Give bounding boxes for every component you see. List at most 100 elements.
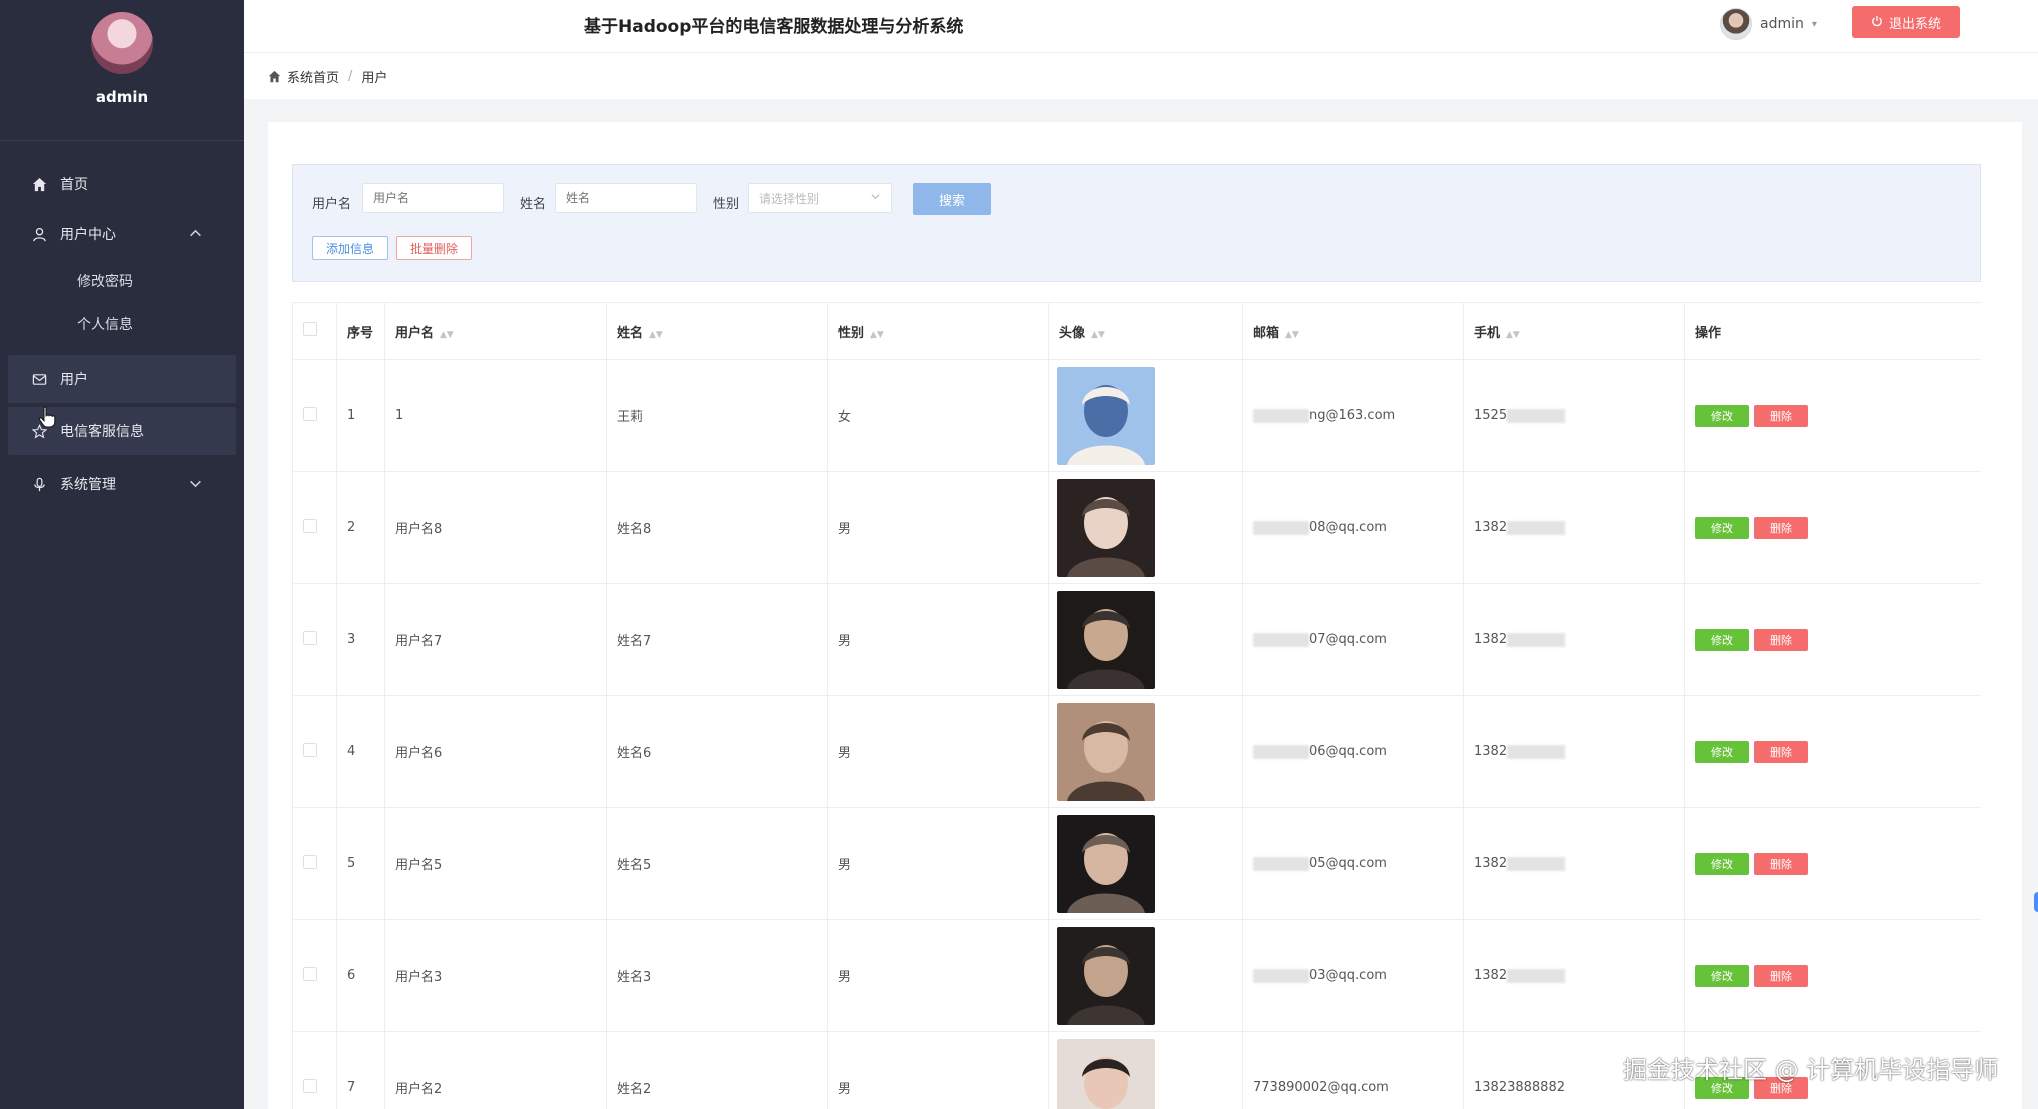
sidebar-item-label: 用户中心	[60, 227, 116, 243]
column-header-email[interactable]: 邮箱 ▲▼	[1242, 302, 1464, 360]
row-actions: 修改 删除	[1684, 471, 1981, 584]
sidebar-menu: 首页 用户中心 修改密码 个人信息 用户 电信客服信息 系统管理	[0, 159, 244, 509]
sidebar-item-home[interactable]: 首页	[0, 159, 244, 209]
batch-delete-button[interactable]: 批量删除	[396, 236, 472, 260]
name-label: 姓名	[520, 197, 547, 212]
delete-button[interactable]: 删除	[1754, 628, 1808, 651]
sort-icon[interactable]: ▲▼	[1285, 330, 1299, 340]
table-row: 2 用户名8 姓名8 男 08@qq.com 1382 修改 删除	[292, 471, 1981, 584]
sort-icon[interactable]: ▲▼	[649, 330, 663, 340]
row-checkbox-cell[interactable]	[292, 919, 337, 1032]
select-all-checkbox[interactable]	[303, 322, 317, 336]
row-actions: 修改 删除	[1684, 359, 1981, 472]
table-row: 3 用户名7 姓名7 男 07@qq.com 1382 修改 删除	[292, 583, 1981, 696]
row-index: 6	[336, 919, 385, 1032]
username-search-input[interactable]	[362, 183, 504, 213]
column-header-username[interactable]: 用户名 ▲▼	[384, 302, 607, 360]
row-checkbox-cell[interactable]	[292, 695, 337, 808]
column-header-name[interactable]: 姓名 ▲▼	[606, 302, 828, 360]
sidebar-subitem-profile[interactable]: 个人信息	[0, 302, 244, 345]
sort-icon[interactable]: ▲▼	[870, 330, 884, 340]
redacted-block	[1507, 520, 1566, 535]
row-avatar	[1048, 1031, 1243, 1109]
row-index: 7	[336, 1031, 385, 1109]
add-info-button[interactable]: 添加信息	[312, 236, 388, 260]
row-checkbox[interactable]	[303, 518, 317, 533]
username-label: 用户名	[312, 197, 352, 212]
logout-button[interactable]: 退出系统	[1852, 6, 1960, 38]
sort-icon[interactable]: ▲▼	[1506, 330, 1520, 340]
row-checkbox-cell[interactable]	[292, 583, 337, 696]
row-email-text: 773890002@qq.com	[1253, 1080, 1389, 1095]
row-checkbox-cell[interactable]	[292, 471, 337, 584]
chevron-up-icon	[189, 227, 202, 244]
sort-icon[interactable]: ▲▼	[440, 330, 454, 340]
row-checkbox[interactable]	[303, 406, 317, 421]
row-phone-text: 1382	[1474, 856, 1508, 871]
edit-button[interactable]: 修改	[1695, 404, 1749, 427]
row-phone-text: 13823888882	[1474, 1080, 1565, 1095]
sidebar-item-users[interactable]: 用户	[8, 355, 236, 403]
row-checkbox[interactable]	[303, 854, 317, 869]
row-phone-text: 1382	[1474, 632, 1508, 647]
column-header-gender[interactable]: 性别 ▲▼	[827, 302, 1049, 360]
delete-button[interactable]: 删除	[1754, 852, 1808, 875]
row-email-text: ng@163.com	[1309, 408, 1396, 423]
edit-button[interactable]: 修改	[1695, 628, 1749, 651]
delete-button[interactable]: 删除	[1754, 516, 1808, 539]
sidebar-item-label: 首页	[60, 177, 88, 193]
row-checkbox[interactable]	[303, 1078, 317, 1093]
breadcrumb-home[interactable]: 系统首页	[287, 67, 339, 86]
delete-button[interactable]: 删除	[1754, 404, 1808, 427]
row-username: 用户名3	[384, 919, 607, 1032]
breadcrumb: 系统首页 / 用户	[244, 53, 2038, 99]
column-header-label: 头像	[1059, 325, 1086, 341]
row-email: 05@qq.com	[1242, 807, 1464, 920]
column-header-avatar[interactable]: 头像 ▲▼	[1048, 302, 1243, 360]
row-gender: 男	[827, 1031, 1049, 1109]
edit-button[interactable]: 修改	[1695, 516, 1749, 539]
table-row: 6 用户名3 姓名3 男 03@qq.com 1382 修改 删除	[292, 919, 1981, 1032]
row-checkbox[interactable]	[303, 742, 317, 757]
row-checkbox[interactable]	[303, 630, 317, 645]
row-checkbox-cell[interactable]	[292, 359, 337, 472]
row-email-text: 03@qq.com	[1309, 968, 1387, 983]
user-avatar-image	[1057, 926, 1155, 1025]
hand-cursor-icon	[38, 406, 56, 432]
scroll-indicator[interactable]	[2034, 892, 2038, 912]
sidebar-item-user-center[interactable]: 用户中心	[0, 209, 244, 259]
row-checkbox-cell[interactable]	[292, 1031, 337, 1109]
table-row: 5 用户名5 姓名5 男 05@qq.com 1382 修改 删除	[292, 807, 1981, 920]
watermark: 掘金技术社区 @ 计算机毕设指导师	[1623, 1056, 1999, 1084]
delete-button[interactable]: 删除	[1754, 740, 1808, 763]
column-header-phone[interactable]: 手机 ▲▼	[1463, 302, 1685, 360]
user-table: 序号 用户名 ▲▼ 姓名 ▲▼ 性别 ▲▼ 头像 ▲▼ 邮箱 ▲▼ 手机 ▲▼ 操作 11王…	[292, 302, 1981, 1109]
user-avatar-image	[1057, 1038, 1155, 1109]
row-gender: 男	[827, 807, 1049, 920]
name-search-input[interactable]	[555, 183, 697, 213]
edit-button[interactable]: 修改	[1695, 740, 1749, 763]
select-all-cell[interactable]	[292, 302, 337, 360]
row-checkbox[interactable]	[303, 966, 317, 981]
power-icon	[1871, 15, 1883, 30]
column-header-label: 性别	[838, 325, 865, 341]
logout-label: 退出系统	[1888, 15, 1941, 31]
row-phone-text: 1382	[1474, 744, 1508, 759]
search-button[interactable]: 搜索	[913, 183, 991, 215]
row-email-text: 05@qq.com	[1309, 856, 1387, 871]
delete-button[interactable]: 删除	[1754, 964, 1808, 987]
user-dropdown[interactable]: admin ▾	[1720, 8, 1817, 40]
row-gender: 男	[827, 471, 1049, 584]
user-avatar-image	[1057, 590, 1155, 689]
sidebar-item-system-management[interactable]: 系统管理	[0, 459, 244, 509]
sidebar-subitem-change-password[interactable]: 修改密码	[0, 259, 244, 302]
sort-icon[interactable]: ▲▼	[1091, 330, 1105, 340]
row-checkbox-cell[interactable]	[292, 807, 337, 920]
row-actions: 修改 删除	[1684, 807, 1981, 920]
edit-button[interactable]: 修改	[1695, 852, 1749, 875]
redacted-block	[1253, 520, 1309, 535]
edit-button[interactable]: 修改	[1695, 964, 1749, 987]
sidebar-avatar[interactable]	[91, 12, 153, 74]
gender-select[interactable]: 请选择性别	[748, 183, 892, 213]
app-title: 基于Hadoop平台的电信客服数据处理与分析系统	[584, 17, 964, 37]
